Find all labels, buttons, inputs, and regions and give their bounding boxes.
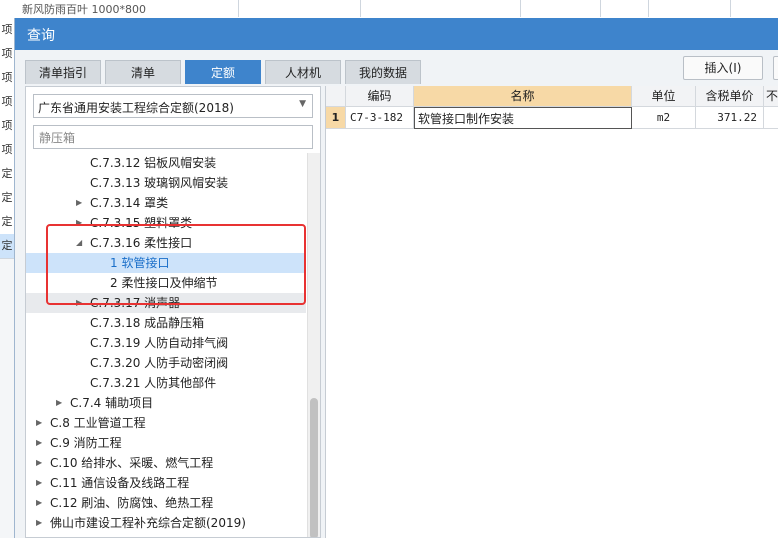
tree-item-label: C.7.3.12 铝板风帽安装 xyxy=(90,156,217,170)
column-header-extra[interactable]: 不 xyxy=(764,86,778,107)
caret-right-icon[interactable]: ▶ xyxy=(36,453,42,473)
tree-item-label: C.8 工业管道工程 xyxy=(50,416,146,430)
tree-item-label: C.12 刷油、防腐蚀、绝热工程 xyxy=(50,496,214,510)
tree-item[interactable]: C.7.3.21 人防其他部件 xyxy=(26,373,306,393)
background-cell: 定 xyxy=(0,186,14,211)
column-header-price[interactable]: 含税单价 xyxy=(696,86,764,107)
tree-item[interactable]: ▶ 佛山市建设工程补充综合定额(2019) xyxy=(26,513,306,533)
column-header-unit[interactable]: 单位 xyxy=(632,86,696,107)
tree-item[interactable]: ▶ C.7.3.17 消声器 xyxy=(26,293,306,313)
background-cell: 项 xyxy=(0,114,14,139)
tree-item[interactable]: C.7.3.18 成品静压箱 xyxy=(26,313,306,333)
scrollbar-thumb[interactable] xyxy=(310,398,318,537)
tree-scrollbar[interactable] xyxy=(307,153,320,537)
quota-result-grid: 编码 名称 单位 含税单价 不 1 C7-3-182 软管接口制作安装 m2 3… xyxy=(325,86,778,538)
grid-corner xyxy=(326,86,346,107)
tree-item-label: C.7.3.17 消声器 xyxy=(90,296,181,310)
column-header-code[interactable]: 编码 xyxy=(346,86,414,107)
tree-item[interactable]: C.7.3.20 人防手动密闭阀 xyxy=(26,353,306,373)
insert-button[interactable]: 插入(I) xyxy=(683,56,763,80)
tree-item-label: C.7.3.21 人防其他部件 xyxy=(90,376,217,390)
background-sheet-row: 新风防雨百叶 1000*800 xyxy=(0,0,778,19)
tree-item-label: C.7.3.13 玻璃钢风帽安装 xyxy=(90,176,229,190)
background-cell: 定 xyxy=(0,234,14,259)
tab-quota[interactable]: 定额 xyxy=(185,60,261,84)
cell-unit[interactable]: m2 xyxy=(632,107,696,129)
dialog-titlebar[interactable]: 查询 xyxy=(15,18,778,50)
caret-right-icon[interactable]: ▶ xyxy=(36,433,42,453)
tree-item[interactable]: C.7.3.12 铝板风帽安装 xyxy=(26,153,306,173)
tree-item[interactable]: ▶ C.10 给排水、采暖、燃气工程 xyxy=(26,453,306,473)
background-row-text: 新风防雨百叶 1000*800 xyxy=(22,3,146,16)
column-header-name[interactable]: 名称 xyxy=(414,86,632,107)
background-cell: 项 xyxy=(0,90,14,115)
tree-item[interactable]: C.7.3.19 人防自动排气阀 xyxy=(26,333,306,353)
tree-item[interactable]: ▶ C.7.3.15 塑料罩类 xyxy=(26,213,306,233)
tree-item-label: C.7.3.19 人防自动排气阀 xyxy=(90,336,229,350)
tree-item-label: 1 软管接口 xyxy=(110,256,170,270)
tree-item-label: C.7.3.20 人防手动密闭阀 xyxy=(90,356,229,370)
cell-extra[interactable] xyxy=(764,107,778,129)
tab-labor-material-machine[interactable]: 人材机 xyxy=(265,60,341,84)
tree-item-label: 佛山市建设工程补充综合定额(2019) xyxy=(50,516,246,530)
caret-right-icon[interactable]: ▶ xyxy=(36,493,42,513)
cell-price[interactable]: 371.22 xyxy=(696,107,764,129)
quota-library-value: 广东省通用安装工程综合定额(2018) xyxy=(38,101,234,115)
caret-right-icon[interactable]: ▶ xyxy=(36,513,42,533)
caret-right-icon[interactable]: ▶ xyxy=(36,473,42,493)
tree-item[interactable]: ▶ C.12 刷油、防腐蚀、绝热工程 xyxy=(26,493,306,513)
caret-right-icon[interactable]: ▶ xyxy=(76,213,82,233)
tab-bill-guide[interactable]: 清单指引 xyxy=(25,60,101,84)
tree-item-label: C.7.3.18 成品静压箱 xyxy=(90,316,205,330)
tree-item-label: C.7.3.14 罩类 xyxy=(90,196,169,210)
tree-item[interactable]: C.7.3.13 玻璃钢风帽安装 xyxy=(26,173,306,193)
caret-down-icon[interactable]: ◢ xyxy=(76,233,82,253)
tree-item[interactable]: ◢ C.7.3.16 柔性接口 xyxy=(26,233,306,253)
tree-item[interactable]: ▶ C.7.3.14 罩类 xyxy=(26,193,306,213)
tree-item-label: C.7.4 辅助项目 xyxy=(70,396,154,410)
cell-code[interactable]: C7-3-182 xyxy=(346,107,414,129)
tree-item-label: C.9 消防工程 xyxy=(50,436,122,450)
caret-right-icon[interactable]: ▶ xyxy=(76,293,82,313)
search-input[interactable] xyxy=(33,125,313,149)
caret-right-icon[interactable]: ▶ xyxy=(56,393,62,413)
caret-right-icon[interactable]: ▶ xyxy=(36,413,42,433)
quota-tree: C.7.3.12 铝板风帽安装 C.7.3.13 玻璃钢风帽安装 ▶ C.7.3.… xyxy=(26,153,306,537)
caret-right-icon[interactable]: ▶ xyxy=(76,193,82,213)
tree-item[interactable]: ▶ C.7.4 辅助项目 xyxy=(26,393,306,413)
background-cell: 项 xyxy=(0,42,14,67)
tree-item-label: C.10 给排水、采暖、燃气工程 xyxy=(50,456,214,470)
row-number[interactable]: 1 xyxy=(326,107,346,129)
chevron-down-icon: ▼ xyxy=(299,99,306,109)
background-cell: 项 xyxy=(0,18,14,43)
background-cell: 定 xyxy=(0,210,14,235)
cell-name[interactable]: 软管接口制作安装 xyxy=(414,107,632,129)
tab-bill[interactable]: 清单 xyxy=(105,60,181,84)
tab-my-data[interactable]: 我的数据 xyxy=(345,60,421,84)
dialog-title: 查询 xyxy=(27,28,55,44)
tree-item[interactable]: ▶ C.9 消防工程 xyxy=(26,433,306,453)
tree-item-selected[interactable]: 1 软管接口 xyxy=(26,253,306,273)
tree-item-label: 2 柔性接口及伸缩节 xyxy=(110,276,218,290)
tree-item[interactable]: 2 柔性接口及伸缩节 xyxy=(26,273,306,293)
tree-item-label: C.7.3.15 塑料罩类 xyxy=(90,216,193,230)
next-button[interactable] xyxy=(773,56,778,80)
quota-library-select[interactable]: 广东省通用安装工程综合定额(2018) ▼ xyxy=(33,94,313,118)
tree-item[interactable]: ▶ C.11 通信设备及线路工程 xyxy=(26,473,306,493)
background-cell: 项 xyxy=(0,138,14,163)
background-sheet-column: 项 项 项 项 项 项 定 定 定 定 xyxy=(0,18,15,538)
background-cell: 定 xyxy=(0,162,14,187)
tree-item-label: C.7.3.16 柔性接口 xyxy=(90,236,193,250)
quota-tree-panel: 广东省通用安装工程综合定额(2018) ▼ C.7.3.12 铝板风帽安装 C.… xyxy=(25,86,321,538)
background-cell: 项 xyxy=(0,66,14,91)
query-dialog: 查询 清单指引 清单 定额 人材机 我的数据 插入(I) 广东省通用安装工程综合… xyxy=(14,18,778,538)
tree-item[interactable]: ▶ C.8 工业管道工程 xyxy=(26,413,306,433)
tree-item-label: C.11 通信设备及线路工程 xyxy=(50,476,190,490)
